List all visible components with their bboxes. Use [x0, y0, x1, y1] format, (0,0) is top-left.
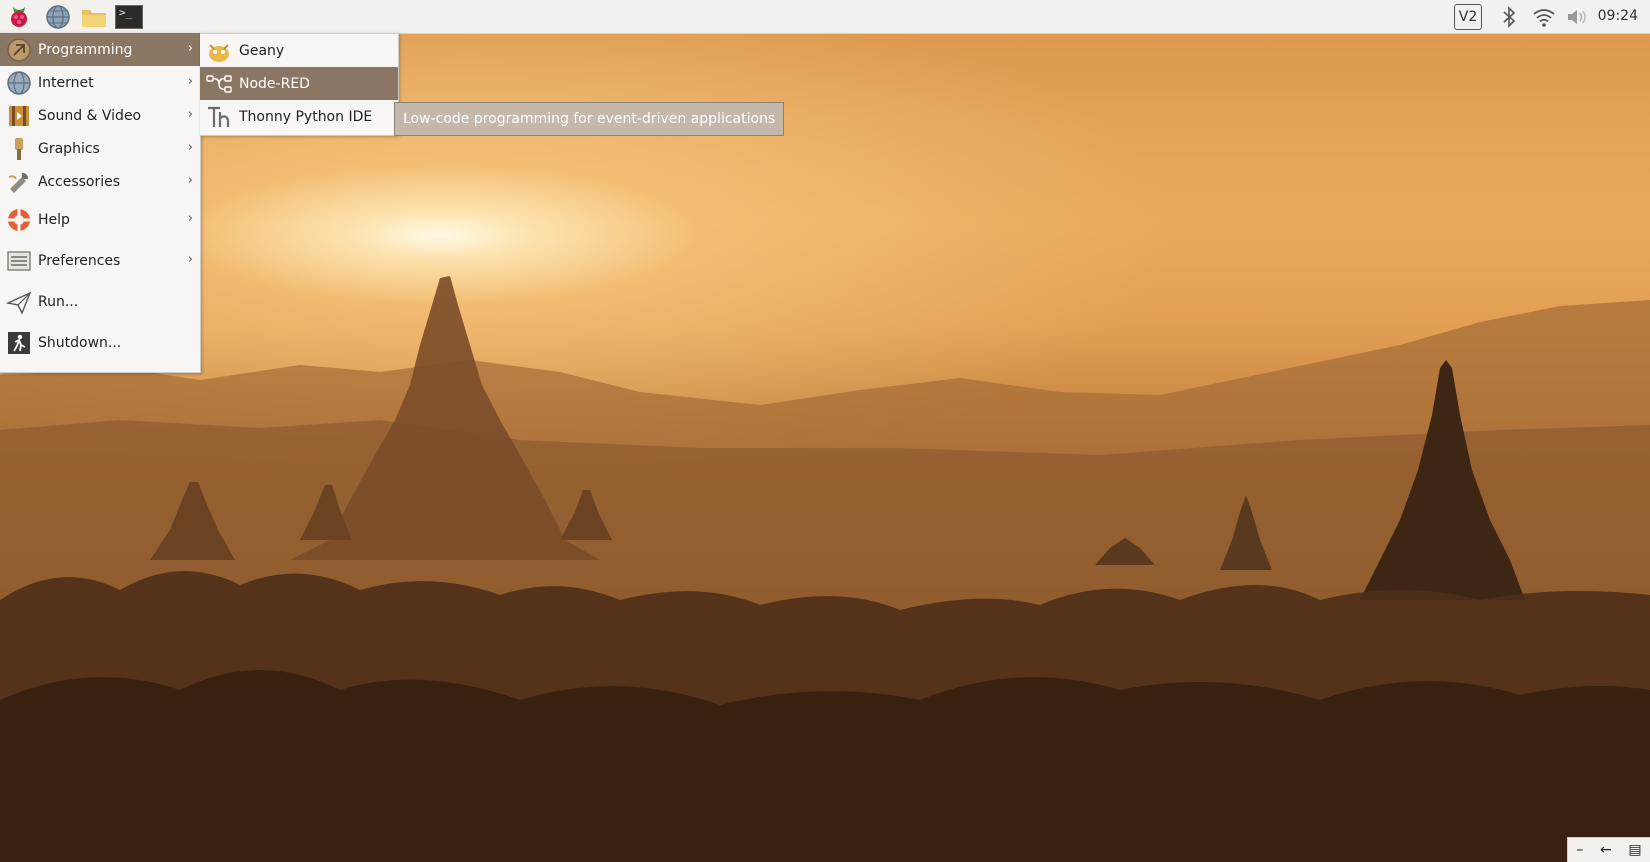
submenu-arrow-icon: ›	[187, 140, 193, 155]
submenu-arrow-icon: ›	[187, 173, 193, 188]
bottom-right-taskbar: – ← ▤	[1567, 837, 1650, 862]
internet-icon	[5, 69, 33, 97]
accessories-icon	[5, 168, 33, 196]
vnc-server-tray[interactable]: V2	[1452, 4, 1484, 30]
top-panel: >_ V2 09:24	[0, 0, 1650, 34]
menu-item-label: Preferences	[38, 252, 121, 269]
menu-item-label: Programming	[38, 41, 133, 58]
submenu-arrow-icon: ›	[187, 41, 193, 56]
wifi-tray[interactable]	[1531, 4, 1557, 30]
help-icon	[5, 206, 33, 234]
menu-item-run[interactable]: Run...	[0, 281, 200, 322]
submenu-item-node-red[interactable]: Node-RED	[200, 67, 398, 100]
volume-icon	[1568, 10, 1586, 24]
submenu-arrow-icon: ›	[187, 74, 193, 89]
bluetooth-tray[interactable]	[1499, 4, 1519, 30]
terminal-icon: >_	[115, 4, 143, 29]
submenu-item-label: Thonny Python IDE	[239, 108, 373, 125]
menu-item-programming[interactable]: Programming ›	[0, 33, 200, 66]
geany-icon	[205, 37, 233, 65]
web-browser-launcher[interactable]	[44, 3, 72, 30]
menu-item-label: Shutdown...	[38, 334, 122, 351]
minimize-icon[interactable]: –	[1576, 842, 1583, 858]
raspberry-menu-button[interactable]	[5, 3, 33, 30]
menu-item-shutdown[interactable]: Shutdown...	[0, 322, 200, 363]
back-arrow-icon[interactable]: ←	[1600, 842, 1612, 858]
shutdown-icon	[5, 329, 33, 357]
submenu-arrow-icon: ›	[187, 211, 193, 226]
submenu-arrow-icon: ›	[187, 252, 193, 267]
sound-video-icon	[5, 102, 33, 130]
menu-item-internet[interactable]: Internet ›	[0, 66, 200, 99]
menu-item-label: Help	[38, 211, 70, 228]
menu-item-label: Graphics	[38, 140, 100, 157]
volume-tray[interactable]	[1565, 4, 1589, 30]
submenu-item-thonny[interactable]: Thonny Python IDE	[200, 100, 398, 133]
submenu-item-label: Geany	[239, 42, 285, 59]
menu-item-label: Internet	[38, 74, 94, 91]
programming-icon	[5, 36, 33, 64]
submenu-arrow-icon: ›	[187, 107, 193, 122]
programming-submenu: Geany Node-RED Thonny Python IDE	[200, 33, 399, 136]
graphics-icon	[5, 135, 33, 163]
menu-item-accessories[interactable]: Accessories ›	[0, 165, 200, 198]
menu-item-sound-video[interactable]: Sound & Video ›	[0, 99, 200, 132]
file-manager-launcher[interactable]	[80, 3, 108, 30]
thonny-icon	[205, 103, 233, 131]
run-icon	[5, 288, 33, 316]
terminal-launcher[interactable]: >_	[114, 3, 144, 30]
menu-item-graphics[interactable]: Graphics ›	[0, 132, 200, 165]
submenu-item-geany[interactable]: Geany	[200, 34, 398, 67]
menu-item-help[interactable]: Help ›	[0, 199, 200, 240]
raspberry-menu-icon	[11, 6, 27, 27]
node-red-icon	[205, 70, 233, 98]
web-browser-icon	[46, 4, 70, 29]
vnc-icon: V2	[1454, 4, 1482, 30]
wifi-icon	[1533, 9, 1555, 27]
menu-item-label: Run...	[38, 293, 79, 310]
clock[interactable]: 09:24	[1598, 8, 1638, 24]
node-red-tooltip: Low-code programming for event-driven ap…	[394, 102, 785, 136]
submenu-item-label: Node-RED	[239, 75, 310, 92]
menu-item-label: Sound & Video	[38, 107, 142, 124]
menu-item-preferences[interactable]: Preferences ›	[0, 240, 200, 281]
menu-item-label: Accessories	[38, 173, 121, 190]
preferences-icon	[5, 247, 33, 275]
show-desktop-icon[interactable]: ▤	[1628, 842, 1641, 858]
file-manager-icon	[82, 9, 106, 27]
main-menu: Programming › Internet › Sound & Video ›…	[0, 33, 201, 373]
bluetooth-icon	[1503, 6, 1516, 28]
